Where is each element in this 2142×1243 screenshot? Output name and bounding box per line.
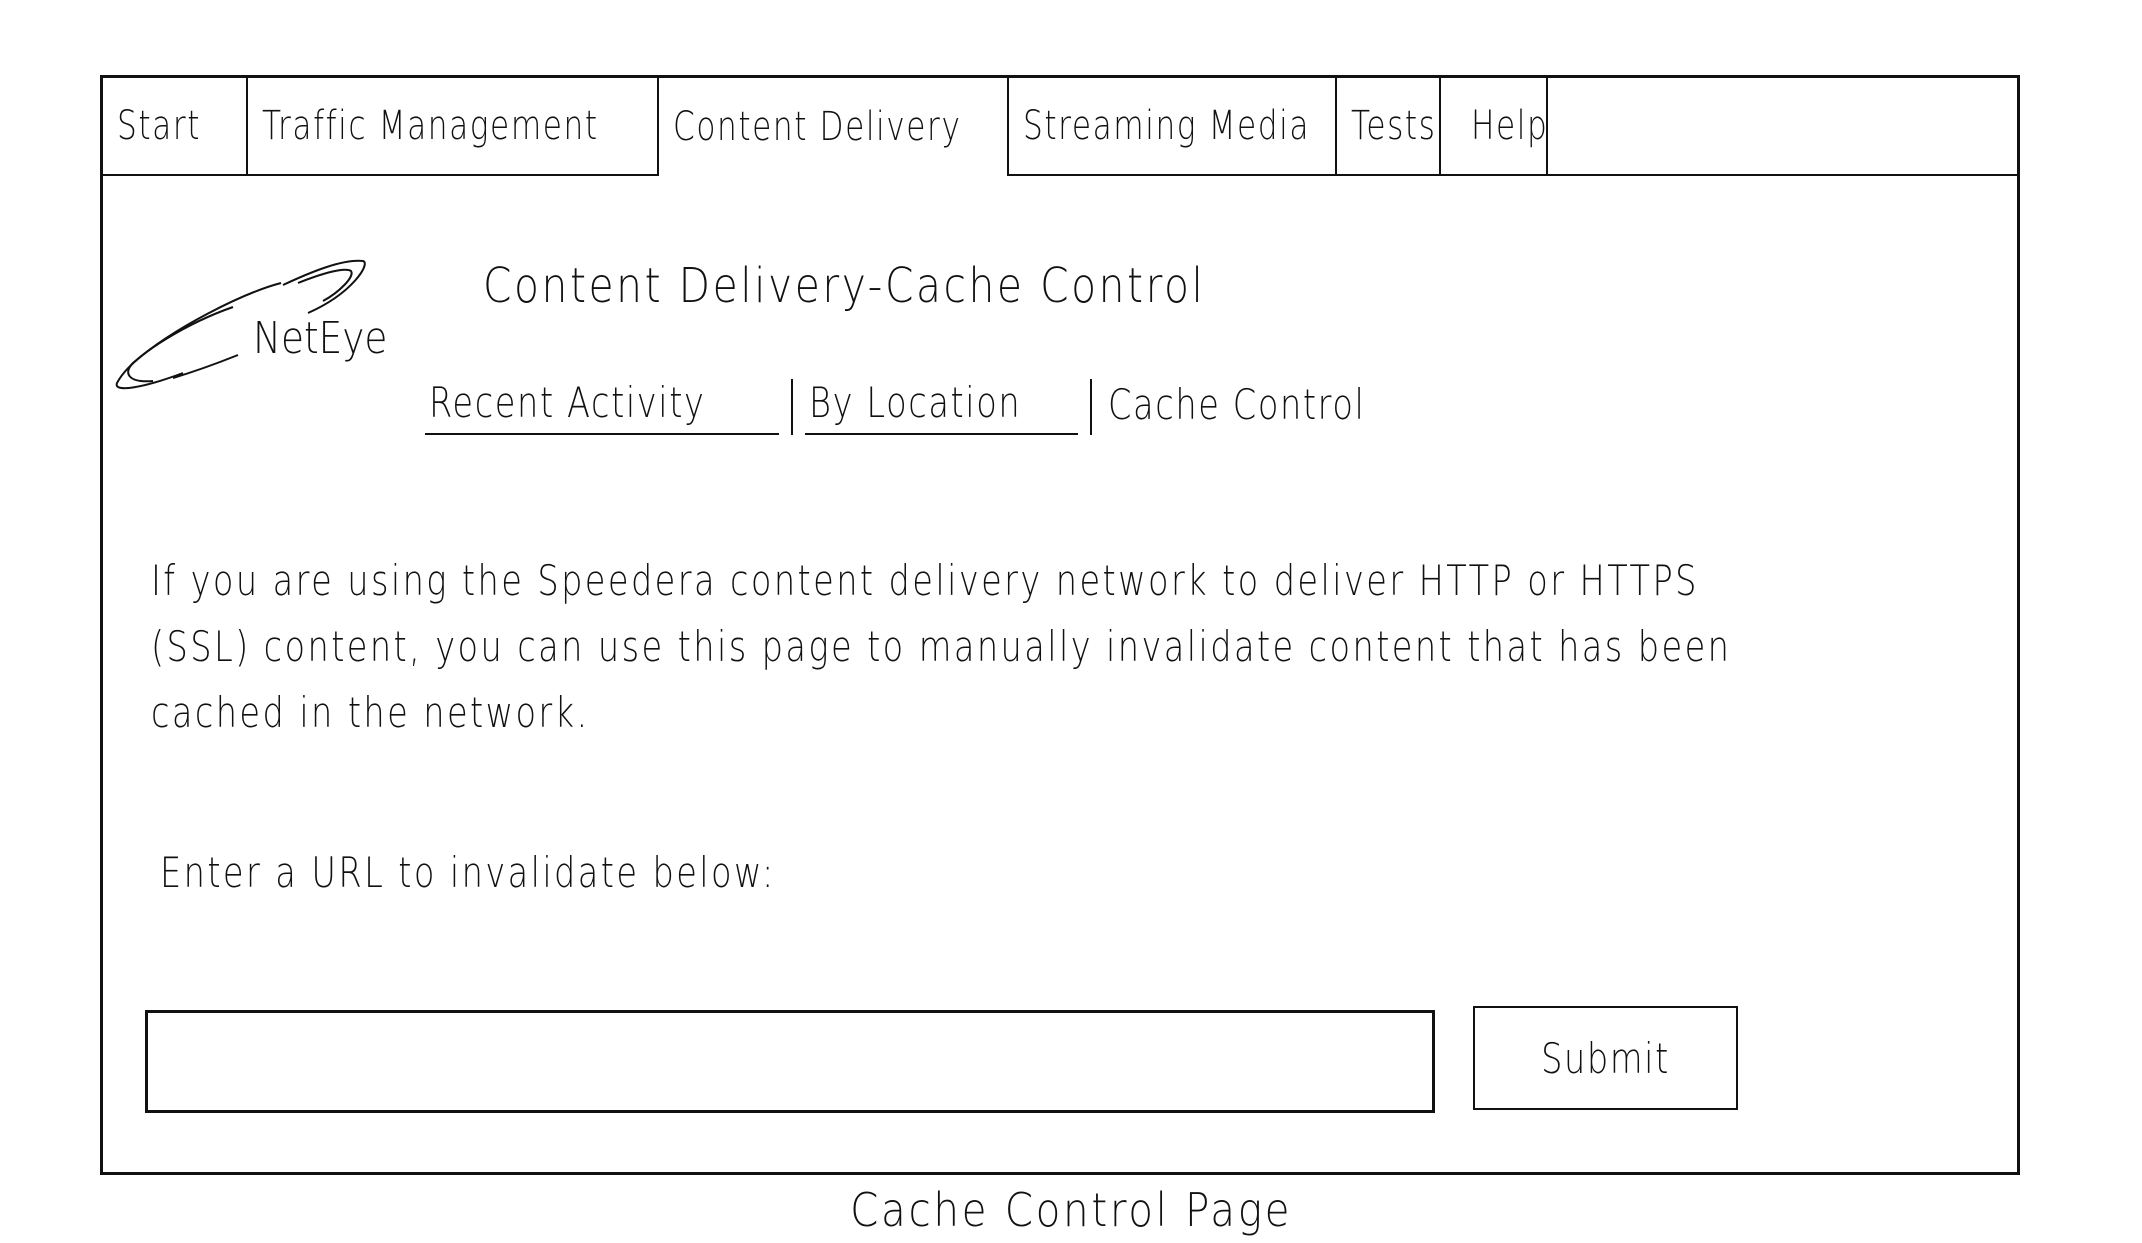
subnav-label: Cache Control [1107, 380, 1366, 429]
tab-bar-filler [1548, 78, 2017, 176]
figure-caption: Cache Control Page [849, 1183, 1293, 1237]
description-paragraph: If you are using the Speedera content de… [151, 548, 1971, 746]
tab-streaming-media[interactable]: Streaming Media [1009, 78, 1337, 176]
tab-label: Traffic Management [262, 103, 599, 149]
subnav-separator [790, 379, 793, 435]
application-window: Start Traffic Management Content Deliver… [100, 75, 2020, 1175]
tab-content-delivery[interactable]: Content Delivery [659, 78, 1009, 176]
tab-label: Tests [1351, 103, 1437, 149]
neteye-logo: NetEye [113, 233, 433, 393]
tab-label: Streaming Media [1023, 103, 1311, 149]
main-tab-bar: Start Traffic Management Content Deliver… [103, 78, 2017, 176]
subnav-separator [1089, 379, 1092, 435]
tab-tests[interactable]: Tests [1337, 78, 1441, 176]
page-title: Content Delivery-Cache Control [483, 258, 1206, 314]
subnav-label: Recent Activity [429, 378, 706, 427]
description-line: (SSL) content, you can use this page to … [151, 622, 1732, 671]
tab-traffic-management[interactable]: Traffic Management [248, 78, 659, 176]
subnav-recent-activity[interactable]: Recent Activity [425, 378, 779, 435]
tab-label: Start [117, 103, 202, 149]
submit-label: Submit [1541, 1033, 1670, 1083]
tab-label: Help [1471, 103, 1549, 149]
tab-label: Content Delivery [673, 104, 962, 150]
tab-start[interactable]: Start [103, 78, 248, 176]
url-prompt-label: Enter a URL to invalidate below: [160, 848, 776, 897]
subnav-label: By Location [808, 378, 1021, 427]
url-input[interactable] [145, 1010, 1435, 1113]
description-line: If you are using the Speedera content de… [151, 556, 1699, 605]
tab-help[interactable]: Help [1441, 78, 1548, 176]
sub-navigation: Recent Activity By Location Cache Contro… [425, 378, 1434, 435]
subnav-cache-control: Cache Control [1104, 380, 1434, 435]
logo-text: NetEye [253, 313, 388, 364]
submit-button[interactable]: Submit [1473, 1006, 1738, 1110]
subnav-by-location[interactable]: By Location [804, 378, 1078, 435]
description-line: cached in the network. [151, 688, 590, 737]
